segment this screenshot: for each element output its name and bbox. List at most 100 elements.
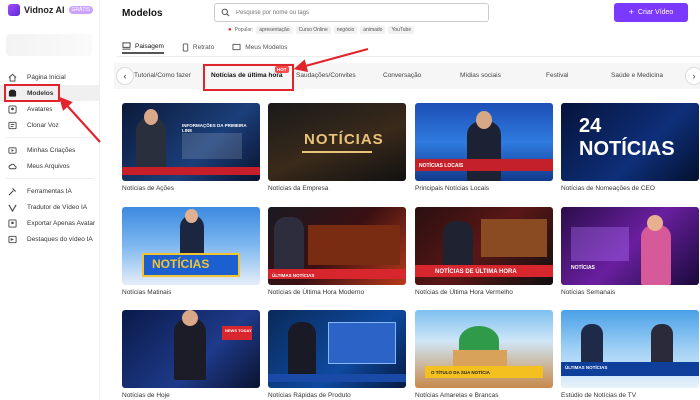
sidebar-item-video-translator[interactable]: Tradutor de Vídeo IA xyxy=(0,199,100,215)
export-icon xyxy=(8,218,17,228)
chevron-right-icon[interactable]: › xyxy=(685,67,700,85)
template-title: Notícias Rápidas de Produto xyxy=(268,392,351,399)
template-thumbnail[interactable]: NOTÍCIAS LOCAIS xyxy=(415,103,553,181)
category-tutorial[interactable]: Tutorial/Como fazer xyxy=(134,72,191,79)
sidebar-item-my-files[interactable]: Meus Arquivos xyxy=(0,158,100,174)
template-card[interactable]: ÚLTIMAS NOTÍCIAS Estúdio de Notícias de … xyxy=(561,310,699,399)
search-input[interactable] xyxy=(236,9,476,16)
annotation-highlight-box xyxy=(4,84,60,102)
template-title: Notícias de Nomeações de CEO xyxy=(561,185,655,192)
popular-tag[interactable]: negócio xyxy=(333,26,358,34)
template-thumbnail[interactable]: 24 NOTÍCIAS xyxy=(561,103,699,181)
template-card[interactable]: ÚLTIMAS NOTÍCIAS Notícias de Última Hora… xyxy=(268,207,406,296)
template-title: Notícias de Hoje xyxy=(122,392,170,399)
template-title: Notícias Matinais xyxy=(122,289,172,296)
create-video-button[interactable]: + Criar Vídeo xyxy=(614,3,688,22)
category-festival[interactable]: Festival xyxy=(546,72,568,79)
sidebar-item-voice-clone[interactable]: Clonar Voz xyxy=(0,117,100,133)
landscape-icon xyxy=(122,42,131,50)
sidebar: Vidnoz AI GRÁTIS Página Inicial Modelos … xyxy=(0,0,100,400)
template-title: Notícias da Empresa xyxy=(268,185,329,192)
divider xyxy=(6,137,94,138)
template-thumbnail[interactable]: ÚLTIMAS NOTÍCIAS xyxy=(561,310,699,388)
sidebar-item-label: Clonar Voz xyxy=(27,121,59,129)
logo-text: Vidnoz AI xyxy=(24,5,65,15)
sidebar-item-ai-tools[interactable]: Ferramentas IA xyxy=(0,183,100,199)
popular-tag[interactable]: apresentação xyxy=(256,26,293,34)
template-thumbnail[interactable]: NOTÍCIAS xyxy=(122,207,260,285)
category-social-media[interactable]: Mídias sociais xyxy=(460,72,501,79)
tab-my-templates[interactable]: Meus Modelos xyxy=(232,40,288,54)
template-title: Notícias de Última Hora Moderno xyxy=(268,289,365,296)
template-card[interactable]: NOTÍCIAS Notícias Semanais xyxy=(561,207,699,296)
sidebar-item-label: Avatares xyxy=(27,105,53,113)
highlight-icon xyxy=(8,235,17,243)
template-thumbnail[interactable]: INFORMAÇÕES DA PRIMEIRA LINE xyxy=(122,103,260,181)
divider xyxy=(116,56,700,57)
template-title: Notícias de Última Hora Vermelho xyxy=(415,289,513,296)
translate-icon xyxy=(8,204,17,212)
tab-landscape[interactable]: Paisagem xyxy=(122,40,164,54)
template-thumbnail[interactable]: NOTÍCIAS xyxy=(561,207,699,285)
template-thumbnail[interactable]: NOTÍCIAS DE ÚLTIMA HORA xyxy=(415,207,553,285)
portrait-icon xyxy=(182,42,189,52)
sidebar-item-label: Minhas Criações xyxy=(27,146,76,154)
sidebar-item-my-creations[interactable]: Minhas Criações xyxy=(0,142,100,158)
sidebar-item-video-highlights[interactable]: Destaques do vídeo IA xyxy=(0,231,100,247)
voice-icon xyxy=(8,121,17,129)
template-card[interactable]: O TÍTULO DA SUA NOTÍCIA Notícias Amarela… xyxy=(415,310,553,399)
template-title: Notícias Amarelas e Brancas xyxy=(415,392,499,399)
sidebar-item-label: Exportar Apenas Avatar xyxy=(27,219,96,227)
category-health[interactable]: Saúde e Medicina xyxy=(611,72,663,79)
template-thumbnail[interactable]: NEWS TODAY xyxy=(122,310,260,388)
tab-label: Retrato xyxy=(192,43,215,51)
plus-icon: + xyxy=(628,7,634,17)
sidebar-item-export-avatar[interactable]: Exportar Apenas Avatar xyxy=(0,215,100,231)
template-title: Principais Notícias Locais xyxy=(415,185,490,192)
sidebar-item-label: Ferramentas IA xyxy=(27,187,72,195)
popular-tags: ● Popular: apresentação Curso Online neg… xyxy=(228,26,415,34)
folder-icon xyxy=(232,43,241,51)
template-card[interactable]: INFORMAÇÕES DA PRIMEIRA LINE Notícias de… xyxy=(122,103,260,192)
sidebar-item-label: Meus Arquivos xyxy=(27,162,70,170)
avatar-icon xyxy=(8,104,17,114)
category-conversation[interactable]: Conversação xyxy=(383,72,421,79)
chevron-left-icon[interactable]: ‹ xyxy=(116,67,134,85)
template-card[interactable]: NOTÍCIAS Notícias da Empresa xyxy=(268,103,406,192)
template-thumbnail[interactable]: NOTÍCIAS xyxy=(268,103,406,181)
search-icon xyxy=(221,8,230,17)
template-card[interactable]: NEWS TODAY Notícias de Hoje xyxy=(122,310,260,399)
app-window: Vidnoz AI GRÁTIS Página Inicial Modelos … xyxy=(0,0,700,400)
template-card[interactable]: Notícias Rápidas de Produto xyxy=(268,310,406,399)
sidebar-item-label: Tradutor de Vídeo IA xyxy=(27,203,88,211)
template-title: Notícias Semanais xyxy=(561,289,616,296)
home-icon xyxy=(8,73,17,82)
tab-portrait[interactable]: Retrato xyxy=(182,40,214,54)
template-card[interactable]: NOTÍCIAS DE ÚLTIMA HORA Notícias de Últi… xyxy=(415,207,553,296)
divider xyxy=(6,178,94,179)
tab-label: Paisagem xyxy=(135,42,164,50)
popular-label: Popular: xyxy=(234,27,254,33)
logo[interactable]: Vidnoz AI GRÁTIS xyxy=(8,4,94,16)
template-thumbnail[interactable]: ÚLTIMAS NOTÍCIAS xyxy=(268,207,406,285)
search-bar[interactable] xyxy=(214,3,489,22)
sidebar-item-avatars[interactable]: Avatares xyxy=(0,101,100,117)
logo-badge: GRÁTIS xyxy=(68,6,94,14)
tab-label: Meus Modelos xyxy=(245,43,288,51)
popular-tag[interactable]: Curso Online xyxy=(295,26,331,34)
create-video-label: Criar Vídeo xyxy=(637,9,674,16)
sidebar-item-home[interactable]: Página Inicial xyxy=(0,69,100,85)
template-card[interactable]: NOTÍCIAS Notícias Matinais xyxy=(122,207,260,296)
template-thumbnail[interactable] xyxy=(268,310,406,388)
popular-tag[interactable]: animado xyxy=(360,26,386,34)
orientation-tabs: Paisagem Retrato Meus Modelos xyxy=(122,40,288,54)
template-card[interactable]: 24 NOTÍCIAS Notícias de Nomeações de CEO xyxy=(561,103,699,192)
account-area[interactable] xyxy=(6,34,92,56)
category-greetings[interactable]: Saudações/Convites xyxy=(296,72,356,79)
template-thumbnail[interactable]: O TÍTULO DA SUA NOTÍCIA xyxy=(415,310,553,388)
tools-icon xyxy=(8,187,17,195)
template-title: Notícias de Ações xyxy=(122,185,175,192)
fire-icon: ● xyxy=(228,27,232,33)
popular-tag[interactable]: YouTube xyxy=(388,26,415,34)
template-card[interactable]: NOTÍCIAS LOCAIS Principais Notícias Loca… xyxy=(415,103,553,192)
